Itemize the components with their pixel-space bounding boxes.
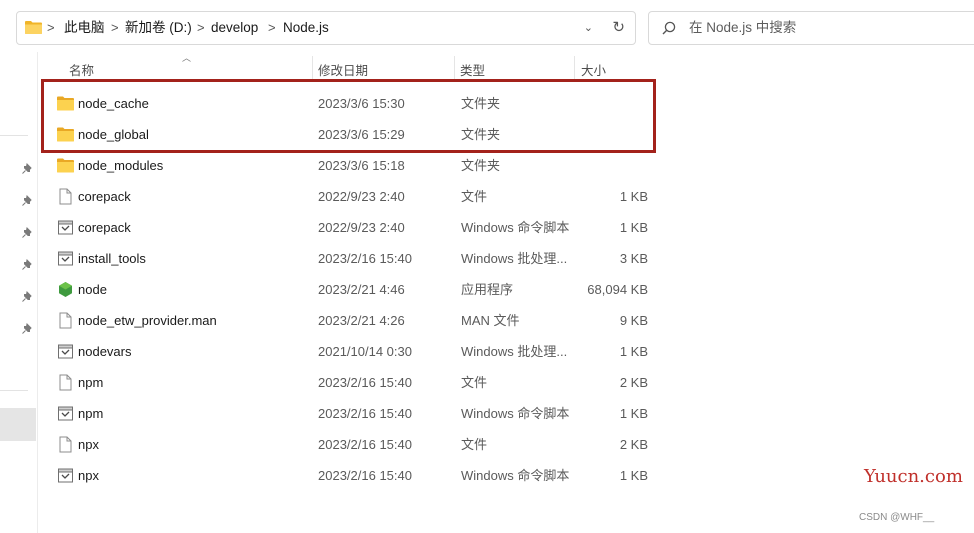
file-date: 2022/9/23 2:40 [318, 189, 405, 204]
file-size: 1 KB [619, 220, 648, 235]
file-size: 3 KB [619, 251, 648, 266]
search-icon [662, 21, 676, 35]
file-type: 应用程序 [461, 282, 514, 297]
chevron-right-icon: > [47, 20, 55, 35]
breadcrumb-this-pc[interactable]: 此电脑 [64, 12, 105, 44]
breadcrumb-develop[interactable]: develop [211, 12, 258, 44]
search-placeholder: 在 Node.js 中搜索 [689, 20, 797, 35]
file-icon [59, 188, 72, 205]
file-icon [59, 436, 72, 453]
file-size: 9 KB [619, 313, 648, 328]
breadcrumb-drive-d[interactable]: 新加卷 (D:) [125, 12, 192, 44]
file-type: 文件 [461, 375, 488, 390]
file-date: 2023/2/16 15:40 [318, 375, 412, 390]
breadcrumb-nodejs[interactable]: Node.js [283, 12, 329, 44]
nav-divider [0, 390, 28, 391]
file-type: 文件夹 [461, 158, 501, 173]
refresh-icon[interactable]: ↻ [612, 12, 625, 44]
file-row[interactable]: node 2023/2/21 4:46 应用程序 68,094 KB [52, 274, 656, 305]
pin-icon[interactable] [21, 163, 33, 175]
file-date: 2023/2/16 15:40 [318, 468, 412, 483]
file-size: 1 KB [619, 406, 648, 421]
file-type: 文件 [461, 437, 488, 452]
folder-icon [57, 158, 74, 173]
file-size: 1 KB [619, 189, 648, 204]
file-name: corepack [78, 189, 131, 204]
pin-icon[interactable] [21, 227, 33, 239]
file-type: MAN 文件 [461, 313, 520, 328]
script-icon [58, 406, 73, 421]
file-name: corepack [78, 220, 131, 235]
file-row[interactable]: npm 2023/2/16 15:40 Windows 命令脚本 1 KB [52, 398, 656, 429]
pin-icon[interactable] [21, 259, 33, 271]
script-icon [58, 468, 73, 483]
file-name: npm [78, 375, 104, 390]
file-type: Windows 命令脚本 [461, 220, 570, 235]
file-date: 2023/3/6 15:18 [318, 158, 405, 173]
file-row[interactable]: npx 2023/2/16 15:40 Windows 命令脚本 1 KB [52, 460, 656, 491]
chevron-down-icon[interactable]: ⌄ [584, 12, 593, 44]
file-date: 2023/2/16 15:40 [318, 251, 412, 266]
file-type: Windows 命令脚本 [461, 406, 570, 421]
file-row[interactable]: npm 2023/2/16 15:40 文件 2 KB [52, 367, 656, 398]
file-size: 1 KB [619, 344, 648, 359]
file-icon [59, 312, 72, 329]
file-row[interactable]: npx 2023/2/16 15:40 文件 2 KB [52, 429, 656, 460]
file-date: 2023/2/16 15:40 [318, 437, 412, 452]
highlight-box [41, 79, 656, 153]
pin-icon[interactable] [21, 291, 33, 303]
pin-icon[interactable] [21, 195, 33, 207]
file-name: node [78, 282, 107, 297]
search-input[interactable]: 在 Node.js 中搜索 [648, 11, 974, 45]
file-date: 2023/2/21 4:26 [318, 313, 405, 328]
file-type: Windows 批处理... [461, 344, 568, 359]
file-row[interactable]: corepack 2022/9/23 2:40 文件 1 KB [52, 181, 656, 212]
watermark-credit: CSDN @WHF__ [859, 512, 935, 523]
pin-icon[interactable] [21, 323, 33, 335]
address-bar[interactable]: > 此电脑 > 新加卷 (D:) > develop > Node.js ⌄ ↻ [16, 11, 636, 45]
file-date: 2023/2/16 15:40 [318, 406, 412, 421]
file-type: Windows 命令脚本 [461, 468, 570, 483]
file-row[interactable]: corepack 2022/9/23 2:40 Windows 命令脚本 1 KB [52, 212, 656, 243]
file-date: 2021/10/14 0:30 [318, 344, 412, 359]
script-icon [58, 251, 73, 266]
nav-divider [0, 135, 28, 136]
watermark: Yuucn.com [864, 466, 963, 487]
file-name: node_modules [78, 158, 164, 173]
file-type: Windows 批处理... [461, 251, 568, 266]
file-size: 2 KB [619, 437, 648, 452]
chevron-right-icon: > [197, 20, 205, 35]
file-row[interactable]: node_etw_provider.man 2023/2/21 4:26 MAN 文… [52, 305, 656, 336]
folder-icon [25, 21, 42, 34]
script-icon [58, 220, 73, 235]
file-name: node_etw_provider.man [78, 313, 217, 328]
file-size: 2 KB [619, 375, 648, 390]
file-name: npx [78, 468, 99, 483]
file-icon [59, 374, 72, 391]
file-name: nodevars [78, 344, 132, 359]
file-name: install_tools [78, 251, 146, 266]
nav-selected-item[interactable] [0, 408, 36, 441]
file-name: npm [78, 406, 104, 421]
file-size: 68,094 KB [587, 282, 648, 297]
chevron-right-icon: > [111, 20, 119, 35]
file-name: npx [78, 437, 99, 452]
file-date: 2022/9/23 2:40 [318, 220, 405, 235]
node-app-icon [59, 282, 72, 297]
file-row[interactable]: node_modules 2023/3/6 15:18 文件夹 [52, 150, 656, 181]
script-icon [58, 344, 73, 359]
file-date: 2023/2/21 4:46 [318, 282, 405, 297]
file-row[interactable]: install_tools 2023/2/16 15:40 Windows 批处理.… [52, 243, 656, 274]
file-type: 文件 [461, 189, 488, 204]
file-row[interactable]: nodevars 2021/10/14 0:30 Windows 批处理... 1 K… [52, 336, 656, 367]
chevron-right-icon: > [268, 20, 276, 35]
file-size: 1 KB [619, 468, 648, 483]
